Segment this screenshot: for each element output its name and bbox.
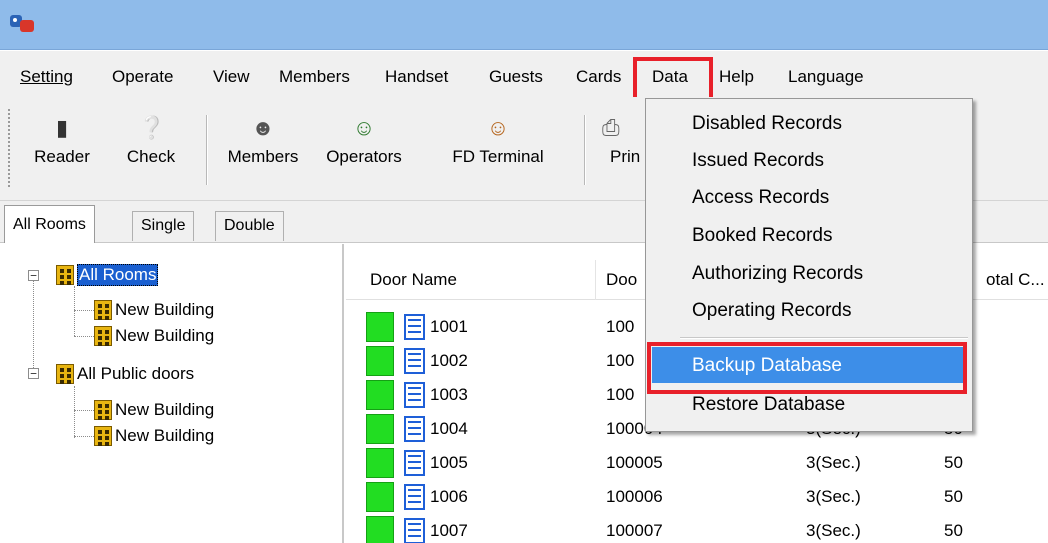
tree-node-new-building-3[interactable]: New Building [94, 398, 214, 422]
operators-icon: ☺ [352, 115, 376, 140]
online-status-indicator [366, 482, 394, 512]
menu-cards[interactable]: Cards [576, 67, 621, 87]
menu-guests[interactable]: Guests [489, 67, 543, 87]
data-menu-highlight-box [633, 57, 713, 101]
help-circle-icon: ❔ [138, 115, 166, 140]
tree-node-new-building-4[interactable]: New Building [94, 424, 214, 448]
column-door-name[interactable]: Door Name [366, 260, 596, 300]
print-button[interactable]: ⎙ Prin [594, 109, 644, 167]
fd-terminal-icon: ☺ [486, 115, 510, 140]
title-bar [0, 0, 1048, 50]
toolbar-separator [584, 115, 586, 185]
tab-double[interactable]: Double [215, 211, 284, 241]
table-row[interactable]: 1006 100006 3(Sec.) 50 [346, 480, 1048, 514]
room-tree: − All Rooms New Building New Building − … [0, 244, 344, 543]
tree-node-new-building-1[interactable]: New Building [94, 298, 214, 322]
app-logo-icon [10, 12, 36, 34]
collapse-all-rooms-icon[interactable]: − [28, 270, 39, 281]
check-button[interactable]: ❔ Check [106, 109, 196, 167]
backup-database-highlight-box [647, 342, 967, 394]
menu-item-restore-database[interactable]: Restore Database [692, 393, 845, 417]
door-icon [404, 484, 425, 510]
online-status-indicator [366, 448, 394, 478]
door-icon [404, 416, 425, 442]
door-icon [404, 314, 425, 340]
menu-item-booked-records[interactable]: Booked Records [692, 224, 832, 248]
menu-help[interactable]: Help [719, 67, 754, 87]
reader-button[interactable]: ▮ Reader [22, 109, 102, 167]
menu-operate[interactable]: Operate [112, 67, 173, 87]
menu-item-disabled-records[interactable]: Disabled Records [692, 112, 842, 136]
building-icon [94, 300, 112, 320]
building-icon [56, 265, 74, 285]
menu-item-authorizing-records[interactable]: Authorizing Records [692, 262, 863, 286]
tree-node-all-public-doors[interactable]: All Public doors [56, 362, 194, 386]
menu-setting[interactable]: Setting [20, 67, 73, 87]
printer-icon: ⎙ [602, 115, 620, 140]
online-status-indicator [366, 516, 394, 543]
tree-node-new-building-2[interactable]: New Building [94, 324, 214, 348]
toolbar-separator [206, 115, 208, 185]
online-status-indicator [366, 346, 394, 376]
menu-members[interactable]: Members [279, 67, 350, 87]
fd-terminal-button[interactable]: ☺ FD Terminal [418, 109, 578, 167]
members-icon: ☻ [251, 115, 275, 140]
tab-single[interactable]: Single [132, 211, 195, 241]
menu-separator [680, 337, 968, 339]
menu-item-operating-records[interactable]: Operating Records [692, 299, 851, 323]
card-reader-icon: ▮ [55, 115, 69, 140]
door-icon [404, 382, 425, 408]
building-icon [56, 364, 74, 384]
building-icon [94, 400, 112, 420]
collapse-public-doors-icon[interactable]: − [28, 368, 39, 379]
online-status-indicator [366, 380, 394, 410]
tab-all-rooms[interactable]: All Rooms [4, 205, 95, 243]
menu-view[interactable]: View [213, 67, 250, 87]
menu-item-access-records[interactable]: Access Records [692, 186, 829, 210]
door-icon [404, 450, 425, 476]
menu-item-issued-records[interactable]: Issued Records [692, 149, 824, 173]
members-button[interactable]: ☻ Members [214, 109, 312, 167]
building-icon [94, 326, 112, 346]
table-row[interactable]: 1007 100007 3(Sec.) 50 [346, 514, 1048, 543]
menu-handset[interactable]: Handset [385, 67, 448, 87]
door-icon [404, 348, 425, 374]
online-status-indicator [366, 312, 394, 342]
building-icon [94, 426, 112, 446]
menu-language[interactable]: Language [788, 67, 864, 87]
door-icon [404, 518, 425, 543]
tree-node-all-rooms[interactable]: All Rooms [56, 263, 159, 287]
toolbar-grip[interactable] [8, 109, 11, 187]
table-row[interactable]: 1005 100005 3(Sec.) 50 [346, 446, 1048, 480]
operators-button[interactable]: ☺ Operators [314, 109, 414, 167]
column-total-cards[interactable]: otal C... [982, 260, 1048, 300]
online-status-indicator [366, 414, 394, 444]
menu-bar: Setting Operate View Members Handset Gue… [0, 51, 1048, 97]
